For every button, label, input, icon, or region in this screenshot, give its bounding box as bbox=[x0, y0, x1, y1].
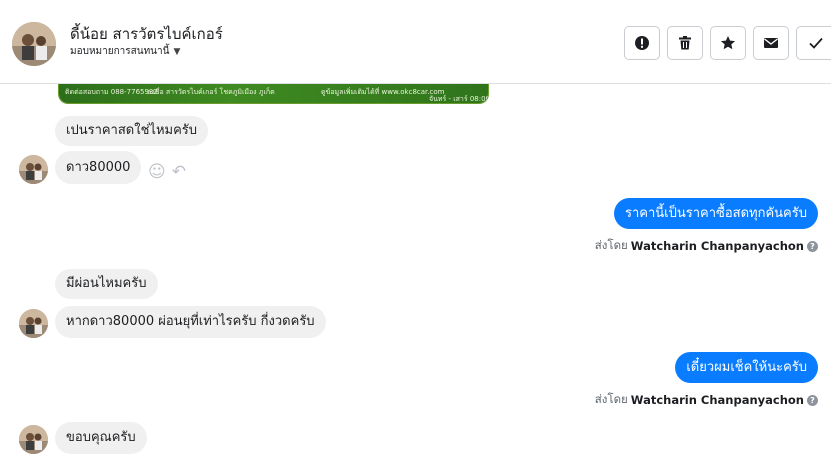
sent-by-prefix: ส่งโดย bbox=[594, 238, 628, 252]
delete-button[interactable] bbox=[667, 26, 703, 60]
sender-avatar[interactable] bbox=[19, 309, 48, 338]
banner-contact-text: ติดต่อสอบถาม 088-7765932 bbox=[65, 88, 158, 96]
incoming-message[interactable]: ขอบคุณครับ bbox=[55, 422, 147, 454]
star-button[interactable] bbox=[710, 26, 746, 60]
sender-avatar[interactable] bbox=[19, 425, 48, 454]
help-icon[interactable]: ? bbox=[807, 240, 818, 252]
outgoing-message[interactable]: ราคานี้เป็นราคาซื้อสดทุกคันครับ bbox=[614, 198, 818, 229]
caret-down-icon: ▼ bbox=[173, 46, 181, 57]
reply-icon[interactable]: ↶ bbox=[172, 162, 186, 182]
sender-name: Watcharin Chanpanyachon bbox=[630, 239, 804, 253]
assign-label: มอบหมายการสนทนานี้ bbox=[70, 46, 170, 57]
message-tools: ☺ ↶ bbox=[148, 162, 186, 182]
mark-spam-button[interactable] bbox=[624, 26, 660, 60]
help-icon[interactable]: ? bbox=[807, 394, 818, 406]
shared-image-banner[interactable]: ติดต่อสอบถาม 088-7765932 ลงชื่อ สารวัตรไ… bbox=[58, 84, 489, 104]
sent-by-line: ส่งโดย Watcharin Chanpanyachon ? bbox=[595, 237, 818, 255]
incoming-message[interactable]: มีผ่อนไหมครับ bbox=[55, 269, 158, 299]
incoming-message[interactable]: เปนราคาสดใช่ไหมครับ bbox=[55, 116, 209, 146]
sender-avatar[interactable] bbox=[19, 155, 48, 184]
mark-done-button[interactable] bbox=[796, 26, 831, 60]
trash-icon bbox=[679, 36, 691, 50]
contact-avatar[interactable] bbox=[12, 22, 56, 66]
banner-hours-text: จันทร์ - เสาร์ 08:00น. - 17:00 bbox=[429, 95, 488, 103]
incoming-message[interactable]: หากดาว80000 ผ่อนยุที่เท่าไรครับ กี่งวดคร… bbox=[55, 306, 326, 338]
envelope-icon bbox=[764, 38, 778, 48]
contact-name: ดี้น้อย สารวัตรไบค์เกอร์ bbox=[70, 25, 223, 43]
mark-unread-button[interactable] bbox=[753, 26, 789, 60]
sent-by-line: ส่งโดย Watcharin Chanpanyachon ? bbox=[595, 391, 818, 409]
alert-icon bbox=[635, 36, 649, 50]
banner-website-text: ดูข้อมูลเพิ่มเติมได้ที่ www.okc8car.com bbox=[321, 88, 445, 96]
conversation-header: ดี้น้อย สารวัตรไบค์เกอร์ มอบหมายการสนทนา… bbox=[0, 0, 831, 84]
check-icon bbox=[809, 37, 823, 49]
incoming-message[interactable]: ดาว80000 bbox=[55, 151, 142, 184]
assign-conversation-dropdown[interactable]: มอบหมายการสนทนานี้ ▼ bbox=[70, 44, 180, 59]
sender-name: Watcharin Chanpanyachon bbox=[630, 393, 804, 407]
sent-by-prefix: ส่งโดย bbox=[594, 392, 628, 406]
banner-mid-text: ลงชื่อ สารวัตรไบค์เกอร์ โชคภูมิเมือง ภูเ… bbox=[147, 88, 275, 96]
star-icon bbox=[720, 36, 736, 50]
emoji-react-icon[interactable]: ☺ bbox=[148, 162, 166, 182]
outgoing-message[interactable]: เดี๋ยวผมเช็คให้นะครับ bbox=[675, 352, 818, 383]
